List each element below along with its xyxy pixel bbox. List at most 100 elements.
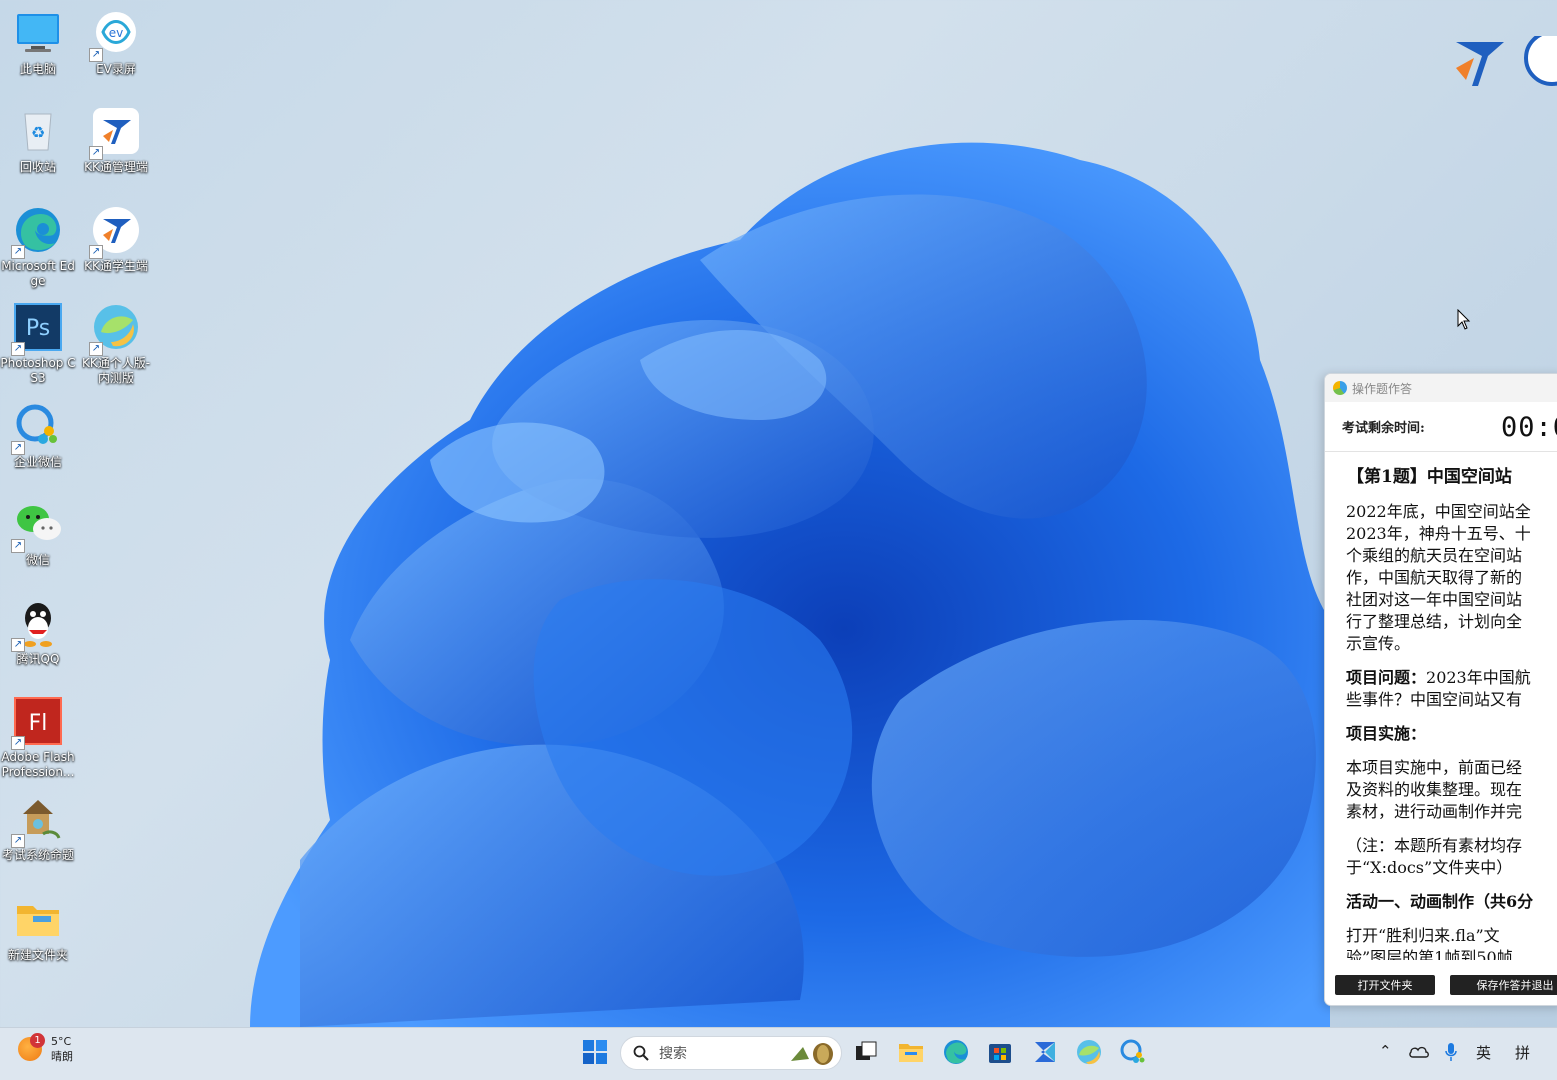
desktop-icon-flash[interactable]: Fl ↗ Adobe Flash Profession... <box>0 692 76 782</box>
taskbar: 1 5°C 晴朗 搜索 ⌃ 英 拼 <box>0 1027 1557 1080</box>
desktop-icon-photoshop[interactable]: Ps ↗ Photoshop CS3 <box>0 298 76 388</box>
desktop-icon-label: 企业微信 <box>13 455 62 469</box>
input-language-indicator[interactable]: 英 <box>1476 1042 1491 1063</box>
panel-title: 操作题作答 <box>1352 381 1413 396</box>
desktop-icon-label: EV录屏 <box>96 62 136 76</box>
onedrive-cloud-icon[interactable] <box>1409 1044 1429 1058</box>
ev-recorder-icon: ev ↗ <box>89 8 141 62</box>
shortcut-arrow-icon: ↗ <box>89 146 103 160</box>
kk-student-icon: ↗ <box>89 205 141 259</box>
desktop-icon-kk-student[interactable]: ↗ KK通学生端 <box>78 201 154 291</box>
computer-icon <box>13 8 63 58</box>
recycle-bin-icon: ♻ <box>13 106 63 156</box>
question-paragraph: 2022年底，中国空间站全 2023年，神舟十五号、十 个乘组的航天员在空间站 … <box>1346 502 1531 653</box>
answer-panel-window[interactable]: 操作题作答 考试剩余时间: 00:08 【第1题】中国空间站 2022年底，中国… <box>1324 373 1557 1006</box>
desktop-icon-label: Photoshop CS3 <box>0 356 76 385</box>
open-folder-button[interactable]: 打开文件夹 <box>1335 975 1435 995</box>
question-title: 【第1题】中国空间站 <box>1347 467 1512 487</box>
desktop-icon-label: 腾讯QQ <box>16 652 60 666</box>
edge-icon[interactable] <box>942 1038 970 1066</box>
question-paragraph: 项目问题：2023年中国航 些事件？中国空间站又有 <box>1346 667 1557 711</box>
taskbar-search-box[interactable]: 搜索 <box>620 1036 842 1070</box>
edge-icon: ↗ <box>11 205 63 259</box>
desktop-icon-qq[interactable]: ↗ 腾讯QQ <box>0 594 76 684</box>
desktop-icon-exam-system[interactable]: ↗ 考试系统命题 <box>0 790 76 880</box>
shortcut-arrow-icon: ↗ <box>11 539 25 553</box>
question-paragraph: 项目实施： <box>1346 723 1557 745</box>
desktop-icon-kk-admin[interactable]: ↗ KK通管理端 <box>78 102 154 192</box>
desktop-icon-label: KK通个人版-内测版 <box>81 356 151 385</box>
wechat-icon: ↗ <box>11 499 63 553</box>
shortcut-arrow-icon: ↗ <box>11 736 25 750</box>
desktop-icon-recycle-bin[interactable]: ♻ 回收站 <box>0 102 76 192</box>
desktop-icon-label: 考试系统命题 <box>1 848 74 862</box>
microphone-icon[interactable] <box>1444 1042 1458 1062</box>
desktop-icon-label: KK通管理端 <box>84 160 148 174</box>
photoshop-icon: Ps ↗ <box>11 302 63 356</box>
save-and-exit-button[interactable]: 保存作答并退出 <box>1450 975 1557 995</box>
ime-mode-indicator[interactable]: 拼 <box>1515 1042 1530 1063</box>
notification-badge: 1 <box>30 1033 45 1048</box>
question-content[interactable]: 【第1题】中国空间站 2022年底，中国空间站全 2023年，神舟十五号、十 个… <box>1346 462 1557 960</box>
search-icon <box>633 1045 649 1061</box>
paragraph-heading: 项目实施： <box>1346 724 1427 743</box>
desktop-icon-wecom[interactable]: ↗ 企业微信 <box>0 397 76 487</box>
weather-text: 5°C 晴朗 <box>51 1034 73 1064</box>
panel-titlebar[interactable]: 操作题作答 <box>1325 374 1557 402</box>
kk-icon[interactable] <box>1031 1038 1059 1066</box>
search-placeholder: 搜索 <box>659 1046 687 1062</box>
file-explorer-icon[interactable] <box>897 1038 925 1066</box>
flash-icon: Fl ↗ <box>11 696 63 750</box>
kk-personal-icon: ↗ <box>89 302 141 356</box>
shortcut-arrow-icon: ↗ <box>89 342 103 356</box>
question-paragraph: 活动一、动画制作（共6分 <box>1346 891 1557 913</box>
question-paragraph: 打开“胜利归来.fla”文 验”图层的第1帧到50帧 <box>1346 926 1513 960</box>
desktop-icon-label: 新建文件夹 <box>7 948 68 962</box>
search-highlight-icon <box>791 1043 833 1065</box>
weather-sun-icon: 1 <box>18 1033 45 1061</box>
kk-admin-icon: ↗ <box>89 106 141 160</box>
desktop-icon-label: 微信 <box>25 553 50 567</box>
app-logo-icon <box>1333 381 1347 395</box>
paragraph-heading: 活动一、动画制作（共6分 <box>1346 892 1534 911</box>
kk-personal-icon[interactable] <box>1075 1038 1103 1066</box>
desktop-icon-wechat[interactable]: ↗ 微信 <box>0 495 76 585</box>
shortcut-arrow-icon: ↗ <box>89 48 103 62</box>
desktop-icon-label: KK通学生端 <box>84 259 148 273</box>
question-paragraph: 本项目实施中，前面已经 及资料的收集整理。现在 素材，进行动画制作并完 <box>1346 758 1523 821</box>
folder-icon <box>13 894 63 944</box>
desktop-icon-label: 回收站 <box>19 160 56 174</box>
kk-logo-icon <box>1452 30 1557 92</box>
shortcut-arrow-icon: ↗ <box>11 638 25 652</box>
desktop-icon-label: Microsoft Edge <box>1 259 75 288</box>
svg-text:Fl: Fl <box>29 711 48 736</box>
svg-text:ev: ev <box>109 26 123 40</box>
desktop-icon-kk-personal[interactable]: ↗ KK通个人版-内测版 <box>78 298 154 388</box>
shortcut-arrow-icon: ↗ <box>11 342 25 356</box>
mouse-cursor-icon <box>1457 309 1471 330</box>
wecom-icon: ↗ <box>11 401 63 455</box>
desktop-icon-edge[interactable]: ↗ Microsoft Edge <box>0 201 76 291</box>
question-paragraph: （注：本题所有素材均存 于“X:docs”文件夹中） <box>1346 836 1523 877</box>
exam-system-icon: ↗ <box>11 794 63 848</box>
desktop-icon-new-folder[interactable]: 新建文件夹 <box>0 890 76 980</box>
start-icon[interactable] <box>581 1038 609 1066</box>
svg-text:Ps: Ps <box>26 316 50 341</box>
weather-description: 晴朗 <box>51 1050 73 1063</box>
paragraph-heading: 项目问题： <box>1346 668 1427 687</box>
qq-icon: ↗ <box>11 598 63 652</box>
desktop-icon-this-pc[interactable]: 此电脑 <box>0 4 76 94</box>
show-hidden-icons-chevron-icon[interactable]: ⌃ <box>1379 1042 1392 1060</box>
desktop-icon-ev-recorder[interactable]: ev ↗ EV录屏 <box>78 4 154 94</box>
store-icon[interactable] <box>986 1038 1014 1066</box>
shortcut-arrow-icon: ↗ <box>11 834 25 848</box>
weather-temperature: 5°C <box>51 1035 72 1048</box>
timer-value: 00:08 <box>1501 412 1557 443</box>
weather-widget[interactable]: 1 5°C 晴朗 <box>18 1033 73 1064</box>
svg-text:♻: ♻ <box>31 123 45 142</box>
wecom-icon[interactable] <box>1119 1038 1147 1066</box>
task-view-icon[interactable] <box>852 1038 880 1066</box>
shortcut-arrow-icon: ↗ <box>11 441 25 455</box>
shortcut-arrow-icon: ↗ <box>89 245 103 259</box>
shortcut-arrow-icon: ↗ <box>11 245 25 259</box>
